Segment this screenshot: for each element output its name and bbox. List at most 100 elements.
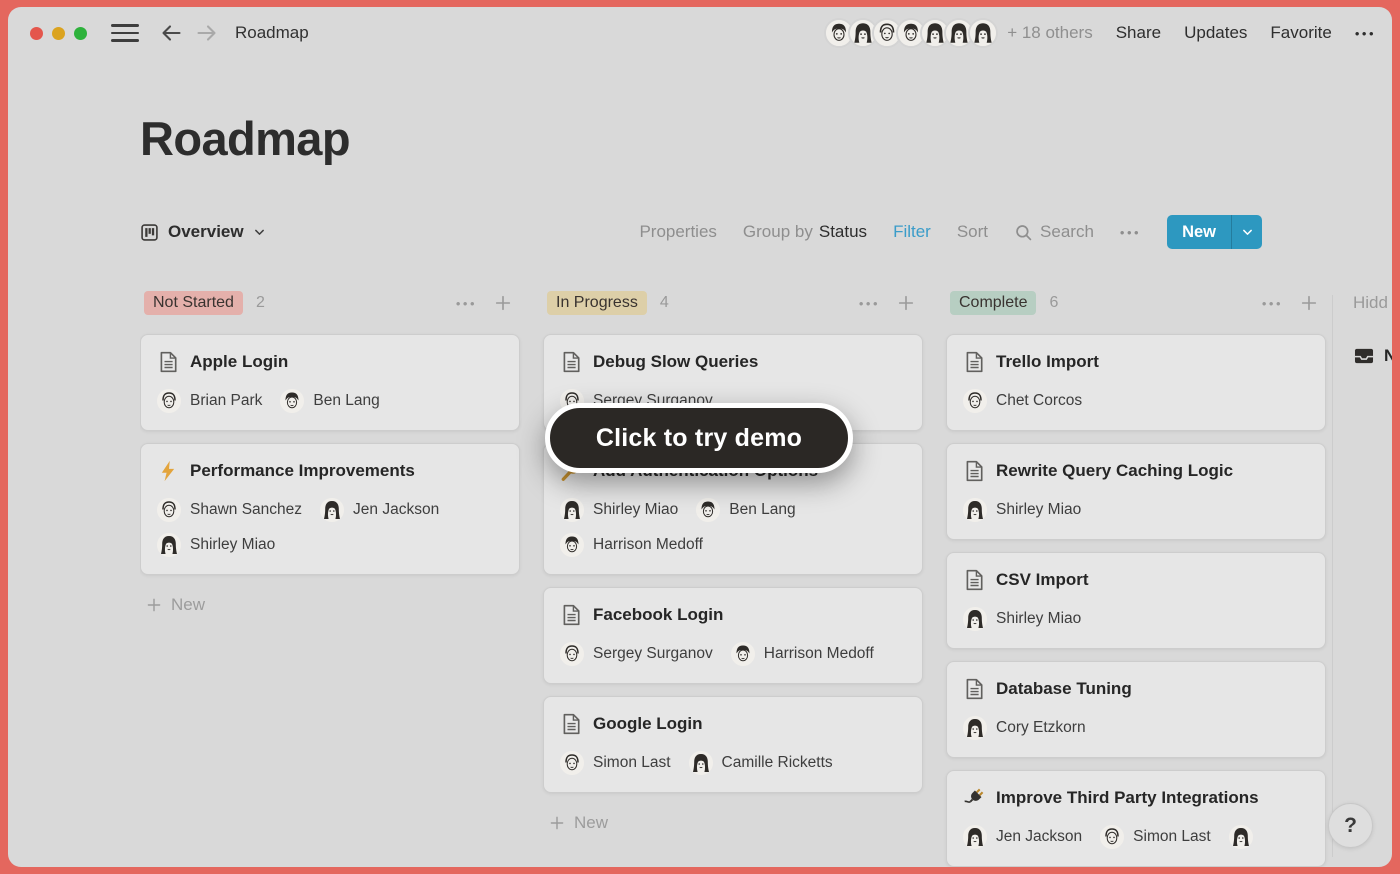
more-options-button[interactable]: ••• bbox=[1355, 26, 1376, 41]
assignee-chip[interactable] bbox=[1229, 824, 1262, 850]
assignee-chip[interactable]: Chet Corcos bbox=[963, 388, 1082, 414]
assignee-name: Shirley Miao bbox=[996, 610, 1081, 628]
filter-button[interactable]: Filter bbox=[893, 222, 931, 242]
try-demo-button[interactable]: Click to try demo bbox=[545, 403, 853, 473]
assignee-chip[interactable]: Simon Last bbox=[1100, 824, 1211, 850]
assignee-name: Simon Last bbox=[593, 754, 671, 772]
add-card-button[interactable]: New bbox=[543, 813, 923, 833]
document-icon bbox=[963, 351, 985, 373]
collaborator-avatar[interactable] bbox=[968, 18, 998, 48]
add-card-button[interactable]: New bbox=[140, 595, 520, 615]
assignee-name: Simon Last bbox=[1133, 828, 1211, 846]
assignee-name: Shawn Sanchez bbox=[190, 501, 302, 519]
card-title: Google Login bbox=[593, 714, 703, 734]
group-by-label: Group by bbox=[743, 222, 813, 242]
card-title: Performance Improvements bbox=[190, 461, 415, 481]
column-not-started: Not Started 2 ••• Apple Login bbox=[140, 288, 520, 867]
avatar bbox=[560, 533, 584, 557]
avatar bbox=[560, 498, 584, 522]
assignee-name: Ben Lang bbox=[729, 501, 795, 519]
plus-icon bbox=[146, 597, 162, 613]
avatar bbox=[157, 498, 181, 522]
sort-button[interactable]: Sort bbox=[957, 222, 988, 242]
board-view-icon bbox=[140, 223, 159, 242]
card-facebook-login[interactable]: Facebook Login Sergey Surganov Harrison … bbox=[543, 587, 923, 684]
column-more-button[interactable]: ••• bbox=[456, 296, 477, 311]
avatar bbox=[320, 498, 344, 522]
help-button[interactable]: ? bbox=[1328, 803, 1373, 848]
card-google-login[interactable]: Google Login Simon Last Camille Ricketts bbox=[543, 696, 923, 793]
view-toolbar: Overview Properties Group by Status Filt… bbox=[140, 214, 1262, 250]
assignee-chip[interactable]: Shirley Miao bbox=[963, 606, 1081, 632]
back-arrow-icon[interactable] bbox=[159, 21, 183, 45]
window-controls bbox=[30, 27, 87, 40]
new-dropdown-button[interactable] bbox=[1232, 226, 1262, 239]
new-button[interactable]: New bbox=[1167, 215, 1262, 249]
assignee-name: Cory Etzkorn bbox=[996, 719, 1086, 737]
zoom-window-button[interactable] bbox=[74, 27, 87, 40]
document-icon bbox=[560, 713, 582, 735]
column-status-badge[interactable]: Not Started bbox=[144, 291, 243, 315]
avatar bbox=[560, 751, 584, 775]
minimize-window-button[interactable] bbox=[52, 27, 65, 40]
card-database-tuning[interactable]: Database Tuning Cory Etzkorn bbox=[946, 661, 1326, 758]
hidden-columns-section: Hidd N bbox=[1349, 288, 1392, 867]
column-add-icon[interactable] bbox=[1300, 294, 1318, 312]
updates-button[interactable]: Updates bbox=[1184, 23, 1247, 43]
breadcrumb[interactable]: Roadmap bbox=[235, 23, 309, 43]
card-title: Facebook Login bbox=[593, 605, 723, 625]
column-status-badge[interactable]: Complete bbox=[950, 291, 1036, 315]
column-more-button[interactable]: ••• bbox=[859, 296, 880, 311]
card-title: Debug Slow Queries bbox=[593, 352, 758, 372]
toolbar-more-button[interactable]: ••• bbox=[1120, 225, 1141, 240]
card-title: Improve Third Party Integrations bbox=[996, 788, 1259, 808]
view-name[interactable]: Overview bbox=[168, 222, 244, 242]
assignee-chip[interactable]: Shawn Sanchez bbox=[157, 497, 302, 523]
assignee-chip[interactable]: Brian Park bbox=[157, 388, 262, 414]
card-apple-login[interactable]: Apple Login Brian Park Ben Lang bbox=[140, 334, 520, 431]
column-more-button[interactable]: ••• bbox=[1262, 296, 1283, 311]
share-button[interactable]: Share bbox=[1116, 23, 1161, 43]
document-icon bbox=[157, 351, 179, 373]
assignee-chip[interactable]: Jen Jackson bbox=[320, 497, 439, 523]
assignee-chip[interactable]: Harrison Medoff bbox=[731, 641, 874, 667]
assignee-chip[interactable]: Simon Last bbox=[560, 750, 671, 776]
favorite-button[interactable]: Favorite bbox=[1270, 23, 1331, 43]
search-button[interactable]: Search bbox=[1014, 222, 1094, 242]
assignee-chip[interactable]: Sergey Surganov bbox=[560, 641, 713, 667]
properties-button[interactable]: Properties bbox=[639, 222, 716, 242]
column-header: Complete 6 ••• bbox=[946, 288, 1326, 318]
new-button-label[interactable]: New bbox=[1167, 223, 1231, 242]
assignee-chip[interactable]: Jen Jackson bbox=[963, 824, 1082, 850]
assignee-chip[interactable]: Harrison Medoff bbox=[560, 532, 703, 558]
column-header: In Progress 4 ••• bbox=[543, 288, 923, 318]
menu-icon[interactable] bbox=[111, 24, 139, 42]
assignee-chip[interactable]: Cory Etzkorn bbox=[963, 715, 1086, 741]
column-count: 4 bbox=[660, 294, 669, 312]
hidden-columns-label[interactable]: Hidd bbox=[1353, 293, 1388, 313]
others-count-label[interactable]: + 18 others bbox=[1007, 23, 1093, 43]
column-status-badge[interactable]: In Progress bbox=[547, 291, 647, 315]
card-trello-import[interactable]: Trello Import Chet Corcos bbox=[946, 334, 1326, 431]
assignee-chip[interactable]: Shirley Miao bbox=[157, 532, 275, 558]
group-by-button[interactable]: Group by Status bbox=[743, 222, 867, 242]
column-add-icon[interactable] bbox=[494, 294, 512, 312]
forward-arrow-icon[interactable] bbox=[195, 21, 219, 45]
close-window-button[interactable] bbox=[30, 27, 43, 40]
assignee-chip[interactable]: Shirley Miao bbox=[560, 497, 678, 523]
assignee-chip[interactable]: Ben Lang bbox=[280, 388, 379, 414]
document-icon bbox=[963, 678, 985, 700]
assignee-chip[interactable]: Camille Ricketts bbox=[689, 750, 833, 776]
assignee-chip[interactable]: Ben Lang bbox=[696, 497, 795, 523]
view-switcher[interactable]: Overview bbox=[140, 222, 266, 242]
card-performance-improvements[interactable]: Performance Improvements Shawn Sanchez J… bbox=[140, 443, 520, 575]
card-improve-third-party-integrations[interactable]: Improve Third Party Integrations Jen Jac… bbox=[946, 770, 1326, 867]
topbar: Roadmap + 18 others Share Updates Favori… bbox=[8, 7, 1392, 59]
assignee-chip[interactable]: Shirley Miao bbox=[963, 497, 1081, 523]
assignee-name: Shirley Miao bbox=[593, 501, 678, 519]
column-add-icon[interactable] bbox=[897, 294, 915, 312]
column-count: 2 bbox=[256, 294, 265, 312]
card-rewrite-query-caching-logic[interactable]: Rewrite Query Caching Logic Shirley Miao bbox=[946, 443, 1326, 540]
hidden-group-item[interactable]: N bbox=[1349, 345, 1392, 367]
card-csv-import[interactable]: CSV Import Shirley Miao bbox=[946, 552, 1326, 649]
